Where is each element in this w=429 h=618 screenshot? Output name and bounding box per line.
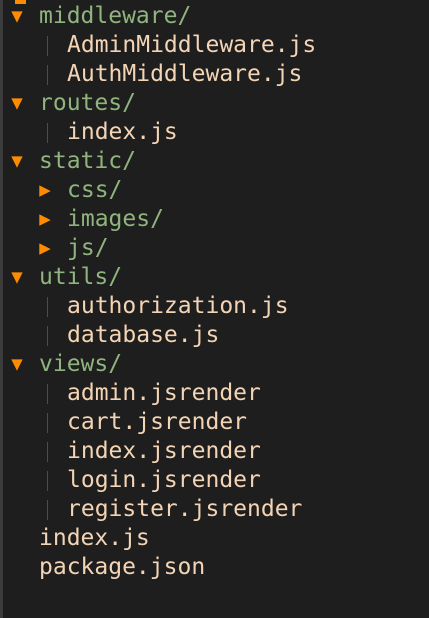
folder-item-views[interactable]: ▼ views/ xyxy=(3,350,429,379)
file-item-register-jsrender[interactable]: register.jsrender xyxy=(3,495,429,524)
folder-item-static[interactable]: ▼ static/ xyxy=(3,147,429,176)
folder-label: utils/ xyxy=(39,264,123,290)
indent-guide xyxy=(47,442,48,462)
file-item-index-js[interactable]: index.js xyxy=(3,524,429,553)
indent-guide xyxy=(47,471,48,491)
collapsed-arrow-icon[interactable]: ▶ xyxy=(35,234,55,263)
indent-guide xyxy=(47,384,48,404)
folder-item-images[interactable]: ▶ images/ xyxy=(3,205,429,234)
file-label: admin.jsrender xyxy=(67,380,261,406)
file-label: cart.jsrender xyxy=(67,409,248,435)
indent-guide xyxy=(47,413,48,433)
file-label: package.json xyxy=(39,554,206,580)
file-item-index-js[interactable]: index.js xyxy=(3,118,429,147)
folder-label: views/ xyxy=(39,351,123,377)
folder-label: routes/ xyxy=(39,90,136,116)
file-label: authorization.js xyxy=(67,293,289,319)
file-item-package-json[interactable]: package.json xyxy=(3,553,429,582)
indent-guide xyxy=(47,297,48,317)
file-label: index.jsrender xyxy=(67,438,261,464)
folder-label: images/ xyxy=(67,206,164,232)
file-label: database.js xyxy=(67,322,220,348)
folder-item-middleware[interactable]: ▼ middleware/ xyxy=(3,2,429,31)
file-item-cart-jsrender[interactable]: cart.jsrender xyxy=(3,408,429,437)
file-item-database-js[interactable]: database.js xyxy=(3,321,429,350)
file-item-index-jsrender[interactable]: index.jsrender xyxy=(3,437,429,466)
indent-guide xyxy=(47,36,48,56)
folder-label: js/ xyxy=(67,235,109,261)
file-label: index.js xyxy=(67,119,178,145)
file-explorer-tree: ▼ middleware/AdminMiddleware.js AuthMiddle… xyxy=(0,0,429,618)
file-label: AuthMiddleware.js xyxy=(67,61,303,87)
file-label: login.jsrender xyxy=(67,467,261,493)
file-item-login-jsrender[interactable]: login.jsrender xyxy=(3,466,429,495)
folder-item-utils[interactable]: ▼ utils/ xyxy=(3,263,429,292)
file-item-adminmiddleware-js[interactable]: AdminMiddleware.js xyxy=(3,31,429,60)
folder-label: static/ xyxy=(39,148,136,174)
file-label: AdminMiddleware.js xyxy=(67,32,317,58)
expanded-arrow-icon[interactable]: ▼ xyxy=(7,263,27,292)
file-label: index.js xyxy=(39,525,150,551)
folder-item-routes[interactable]: ▼ routes/ xyxy=(3,89,429,118)
folder-item-css[interactable]: ▶ css/ xyxy=(3,176,429,205)
file-item-admin-jsrender[interactable]: admin.jsrender xyxy=(3,379,429,408)
folder-item-js[interactable]: ▶ js/ xyxy=(3,234,429,263)
collapsed-arrow-icon[interactable]: ▶ xyxy=(35,205,55,234)
indent-guide xyxy=(47,326,48,346)
indent-guide xyxy=(47,500,48,520)
expanded-arrow-icon[interactable]: ▼ xyxy=(7,350,27,379)
folder-label: middleware/ xyxy=(39,3,192,29)
file-item-authmiddleware-js[interactable]: AuthMiddleware.js xyxy=(3,60,429,89)
file-item-authorization-js[interactable]: authorization.js xyxy=(3,292,429,321)
folder-label: css/ xyxy=(67,177,123,203)
expanded-arrow-icon[interactable]: ▼ xyxy=(7,2,27,31)
collapsed-arrow-icon[interactable]: ▶ xyxy=(35,176,55,205)
indent-guide xyxy=(47,65,48,85)
file-label: register.jsrender xyxy=(67,496,303,522)
indent-guide xyxy=(47,123,48,143)
expanded-arrow-icon[interactable]: ▼ xyxy=(7,147,27,176)
expanded-arrow-icon[interactable]: ▼ xyxy=(7,89,27,118)
